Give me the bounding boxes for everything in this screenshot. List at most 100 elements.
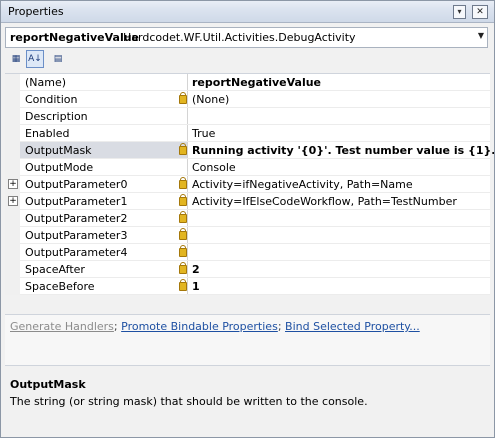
property-name: Enabled [25,127,70,140]
property-name-cell[interactable]: OutputParameter0 [20,176,187,192]
property-name-cell[interactable]: Description [20,108,187,124]
property-row[interactable]: OutputParameter3 [5,227,490,244]
selected-object-name: reportNegativeValue [10,31,140,44]
property-row[interactable]: SpaceAfter 2 [5,261,490,278]
row-gutter [5,74,20,91]
properties-window: Properties ▾ ✕ reportNegativeValue Hardc… [0,0,495,438]
bind-lock-icon[interactable] [179,177,187,189]
property-name-cell[interactable]: OutputMode [20,159,187,175]
row-gutter [5,91,20,108]
expand-icon[interactable]: + [8,179,18,189]
row-gutter [5,261,20,278]
property-name-cell[interactable]: Condition [20,91,187,107]
property-row[interactable]: Condition (None) [5,91,490,108]
bind-lock-icon[interactable] [179,143,187,155]
object-selector-dropdown[interactable]: reportNegativeValue Hardcodet.WF.Util.Ac… [5,27,488,48]
row-gutter: + [5,176,20,193]
property-row[interactable]: OutputMask Running activity '{0}'. Test n… [5,142,494,159]
property-name-cell[interactable]: OutputParameter1 [20,193,187,209]
property-pages-icon[interactable]: ▤ [49,50,67,68]
generate-handlers-link[interactable]: Generate Handlers [10,320,114,333]
row-gutter [5,142,20,159]
property-name-cell[interactable]: (Name) [20,74,187,90]
close-button[interactable]: ✕ [472,5,488,19]
property-name-cell[interactable]: OutputParameter2 [20,210,187,226]
row-gutter [5,278,20,295]
bind-lock-icon[interactable] [179,194,187,206]
column-divider[interactable] [187,193,188,209]
property-row[interactable]: OutputParameter2 [5,210,490,227]
description-title: OutputMask [10,378,86,391]
property-name: OutputMask [25,144,92,157]
property-value[interactable]: Activity=IfElseCodeWorkflow, Path=TestNu… [192,195,457,208]
column-divider[interactable] [187,159,188,175]
description-pane: OutputMask The string (or string mask) t… [5,371,490,433]
commands-pane: Generate Handlers; Promote Bindable Prop… [5,314,490,366]
property-value[interactable]: reportNegativeValue [192,76,321,89]
property-row[interactable]: Description [5,108,490,125]
property-row[interactable]: Enabled True [5,125,490,142]
row-gutter [5,125,20,142]
property-name: SpaceBefore [25,280,95,293]
chevron-down-icon[interactable]: ▼ [478,31,484,40]
expand-icon[interactable]: + [8,196,18,206]
property-name-cell[interactable]: OutputParameter3 [20,227,187,243]
property-name: SpaceAfter [25,263,85,276]
column-divider[interactable] [187,125,188,141]
property-row[interactable]: + OutputParameter1 Activity=IfElseCodeWork… [5,193,490,210]
bind-lock-icon[interactable] [179,211,187,223]
property-value[interactable]: True [192,127,215,140]
property-name-cell[interactable]: SpaceBefore [20,278,187,294]
column-divider[interactable] [187,278,188,294]
column-divider[interactable] [187,74,188,90]
alphabetical-icon[interactable]: A↓ [26,50,44,68]
bind-lock-icon[interactable] [179,92,187,104]
column-divider[interactable] [187,176,188,192]
categorized-icon[interactable]: ▦ [7,50,25,68]
property-name: OutputParameter3 [25,229,128,242]
property-value[interactable]: (None) [192,93,229,106]
property-value[interactable]: 2 [192,263,200,276]
property-row[interactable]: OutputMode Console [5,159,490,176]
property-name-cell[interactable]: OutputParameter4 [20,244,187,260]
description-text: The string (or string mask) that should … [10,395,368,408]
property-value[interactable]: Console [192,161,236,174]
property-name: OutputParameter4 [25,246,128,259]
window-position-button[interactable]: ▾ [453,5,466,19]
column-divider[interactable] [187,142,188,158]
column-divider[interactable] [187,210,188,226]
command-separator: ; [113,320,118,333]
property-name-cell[interactable]: Enabled [20,125,187,141]
property-value[interactable]: Running activity '{0}'. Test number valu… [192,144,494,157]
property-value[interactable]: Activity=ifNegativeActivity, Path=Name [192,178,413,191]
column-divider[interactable] [187,108,188,124]
property-row[interactable]: OutputParameter4 [5,244,490,261]
bind-lock-icon[interactable] [179,262,187,274]
window-title: Properties [8,5,64,18]
property-name: OutputParameter0 [25,178,128,191]
property-row[interactable]: + OutputParameter0 Activity=ifNegativeActi… [5,176,490,193]
bind-lock-icon[interactable] [179,228,187,240]
title-bar[interactable]: Properties ▾ ✕ [1,1,494,23]
property-name: OutputParameter1 [25,195,128,208]
property-row[interactable]: SpaceBefore 1 [5,278,490,295]
column-divider[interactable] [187,91,188,107]
bind-lock-icon[interactable] [179,245,187,257]
promote-bindable-properties-link[interactable]: Promote Bindable Properties [121,320,278,333]
bind-lock-icon[interactable] [179,279,187,291]
property-name-cell[interactable]: OutputMask [20,142,187,158]
property-name: OutputParameter2 [25,212,128,225]
properties-toolbar: ▦ A↓ ▤ [5,50,490,68]
property-row[interactable]: (Name) reportNegativeValue [5,74,490,91]
command-separator: ; [277,320,282,333]
bind-selected-property-link[interactable]: Bind Selected Property... [285,320,420,333]
row-gutter [5,227,20,244]
row-gutter: + [5,193,20,210]
column-divider[interactable] [187,261,188,277]
property-name: Condition [25,93,78,106]
property-value[interactable]: 1 [192,280,200,293]
column-divider[interactable] [187,244,188,260]
property-name: OutputMode [25,161,94,174]
column-divider[interactable] [187,227,188,243]
property-name-cell[interactable]: SpaceAfter [20,261,187,277]
